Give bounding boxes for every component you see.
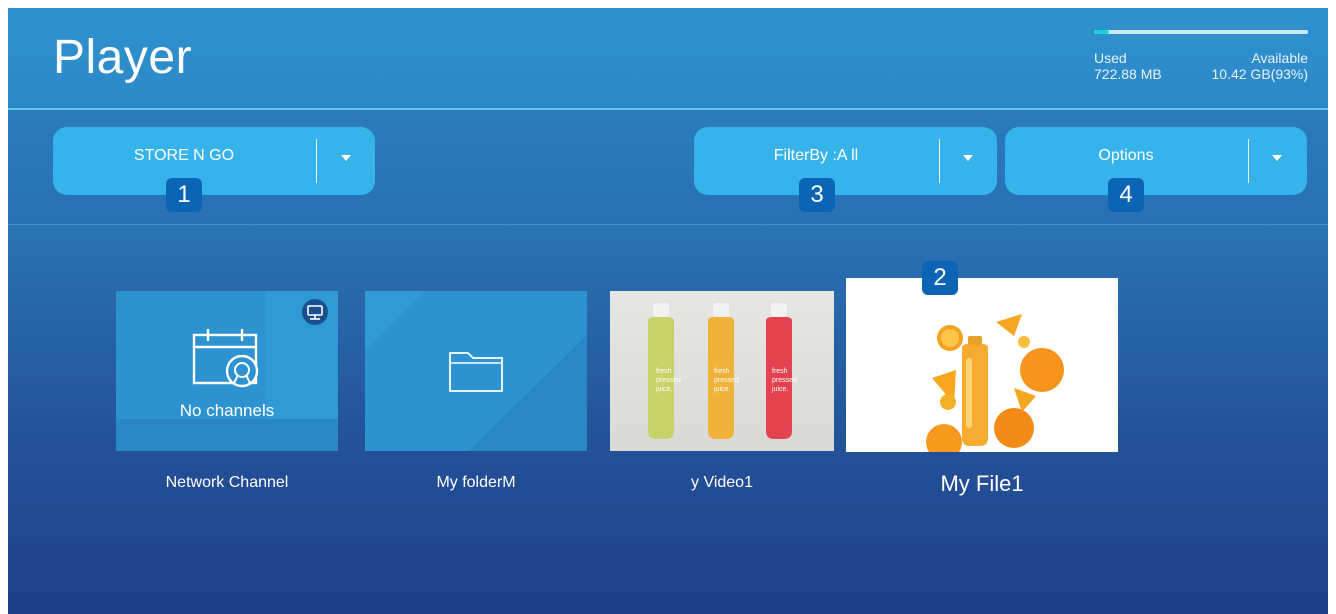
network-badge-icon xyxy=(302,299,328,325)
storage-indicator: Used 722.88 MB Available 10.42 GB(93%) xyxy=(1094,30,1308,82)
storage-used-value: 722.88 MB xyxy=(1094,66,1162,82)
callout-badge-1: 1 xyxy=(166,178,202,212)
header-bar: Player Used 722.88 MB Available 10.42 GB… xyxy=(8,8,1328,110)
video-thumbnail[interactable]: fresh pressed juice. fresh pressed juice. fr… xyxy=(610,291,834,451)
storage-used-fill xyxy=(1094,30,1109,34)
chevron-down-icon xyxy=(1272,155,1282,161)
tile-caption: My folderM xyxy=(436,474,516,491)
tile-caption-selected: My File1 xyxy=(940,471,1024,496)
dropdown-divider xyxy=(1248,139,1249,183)
network-channel-tile[interactable]: No channels xyxy=(116,291,338,451)
storage-bar xyxy=(1094,30,1308,34)
calendar-channel-icon xyxy=(192,329,259,388)
source-dropdown[interactable]: STORE N GO xyxy=(53,127,375,195)
tile-caption: Network Channel xyxy=(165,474,289,491)
storage-available-value: 10.42 GB(93%) xyxy=(1211,66,1309,82)
callout-badge-3: 3 xyxy=(799,178,835,212)
bottle-label: fresh pressed juice. xyxy=(656,368,681,393)
chevron-down-icon xyxy=(341,155,351,161)
folder-icon xyxy=(449,352,503,392)
options-dropdown[interactable]: Options xyxy=(1005,127,1307,195)
tile-caption: y Video1 xyxy=(691,474,753,491)
player-screen: Player Used 722.88 MB Available 10.42 GB… xyxy=(8,8,1328,614)
bottle-label: fresh pressed juice. xyxy=(714,368,739,393)
callout-badge-2: 2 xyxy=(922,261,958,295)
storage-used-label: Used xyxy=(1094,50,1127,66)
page-title: Player xyxy=(53,31,193,84)
callout-badge-4: 4 xyxy=(1108,178,1144,212)
dropdown-divider xyxy=(316,139,317,183)
folder-tile[interactable] xyxy=(365,291,587,451)
bottle-label: fresh pressed juice. xyxy=(772,368,797,393)
chevron-down-icon xyxy=(963,155,973,161)
file-thumbnail-selected[interactable] xyxy=(846,278,1118,452)
storage-available-label: Available xyxy=(1251,50,1308,66)
control-bar: STORE N GO 1 FilterBy :A ll 3 Options 4 xyxy=(8,110,1328,225)
oranges-juice-image xyxy=(926,314,1064,452)
dropdown-divider xyxy=(939,139,940,183)
tile-status-text: No channels xyxy=(179,401,275,420)
filter-dropdown[interactable]: FilterBy :A ll xyxy=(694,127,997,195)
